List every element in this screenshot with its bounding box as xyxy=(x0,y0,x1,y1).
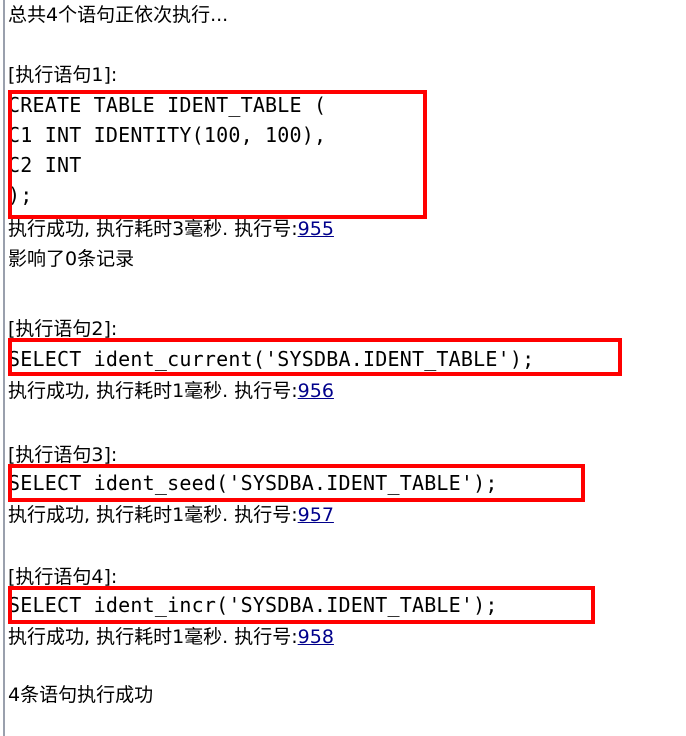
sql-line-1-2[interactable]: C2 INT xyxy=(8,150,81,180)
execution-id-link-3[interactable]: 957 xyxy=(298,504,334,526)
execution-result-text-3: 执行成功, 执行耗时1毫秒. 执行号: xyxy=(8,504,298,526)
execution-result-1: 执行成功, 执行耗时3毫秒. 执行号:955 xyxy=(8,214,334,244)
statement-label-1: [执行语句1]: xyxy=(8,64,118,86)
execution-result-text-2: 执行成功, 执行耗时1毫秒. 执行号: xyxy=(8,380,298,402)
sql-line-1-3[interactable]: ); xyxy=(8,180,32,210)
statement-label-2: [执行语句2]: xyxy=(8,318,118,340)
sql-execution-log-pane[interactable]: 总共4个语句正依次执行... [执行语句1]: CREATE TABLE IDE… xyxy=(0,0,686,736)
execution-result-text-1: 执行成功, 执行耗时3毫秒. 执行号: xyxy=(8,218,298,240)
sql-line-4-0[interactable]: SELECT ident_incr('SYSDBA.IDENT_TABLE'); xyxy=(8,590,498,620)
execution-summary-footer: 4条语句执行成功 xyxy=(8,684,154,706)
execution-id-link-4[interactable]: 958 xyxy=(298,626,334,648)
statement-label-4: [执行语句4]: xyxy=(8,566,118,588)
execution-summary-header: 总共4个语句正依次执行... xyxy=(8,4,229,26)
statement-label-3: [执行语句3]: xyxy=(8,444,118,466)
sql-line-1-1[interactable]: C1 INT IDENTITY(100, 100), xyxy=(8,120,326,150)
execution-result-text-4: 执行成功, 执行耗时1毫秒. 执行号: xyxy=(8,626,298,648)
sql-line-3-0[interactable]: SELECT ident_seed('SYSDBA.IDENT_TABLE'); xyxy=(8,468,498,498)
execution-result-2: 执行成功, 执行耗时1毫秒. 执行号:956 xyxy=(8,376,334,406)
execution-result-4: 执行成功, 执行耗时1毫秒. 执行号:958 xyxy=(8,622,334,652)
affected-rows-1: 影响了0条记录 xyxy=(8,248,135,270)
sql-line-1-0[interactable]: CREATE TABLE IDENT_TABLE ( xyxy=(8,90,326,120)
sql-line-2-0[interactable]: SELECT ident_current('SYSDBA.IDENT_TABLE… xyxy=(8,344,534,374)
execution-id-link-1[interactable]: 955 xyxy=(298,218,334,240)
execution-result-3: 执行成功, 执行耗时1毫秒. 执行号:957 xyxy=(8,500,334,530)
execution-id-link-2[interactable]: 956 xyxy=(298,380,334,402)
